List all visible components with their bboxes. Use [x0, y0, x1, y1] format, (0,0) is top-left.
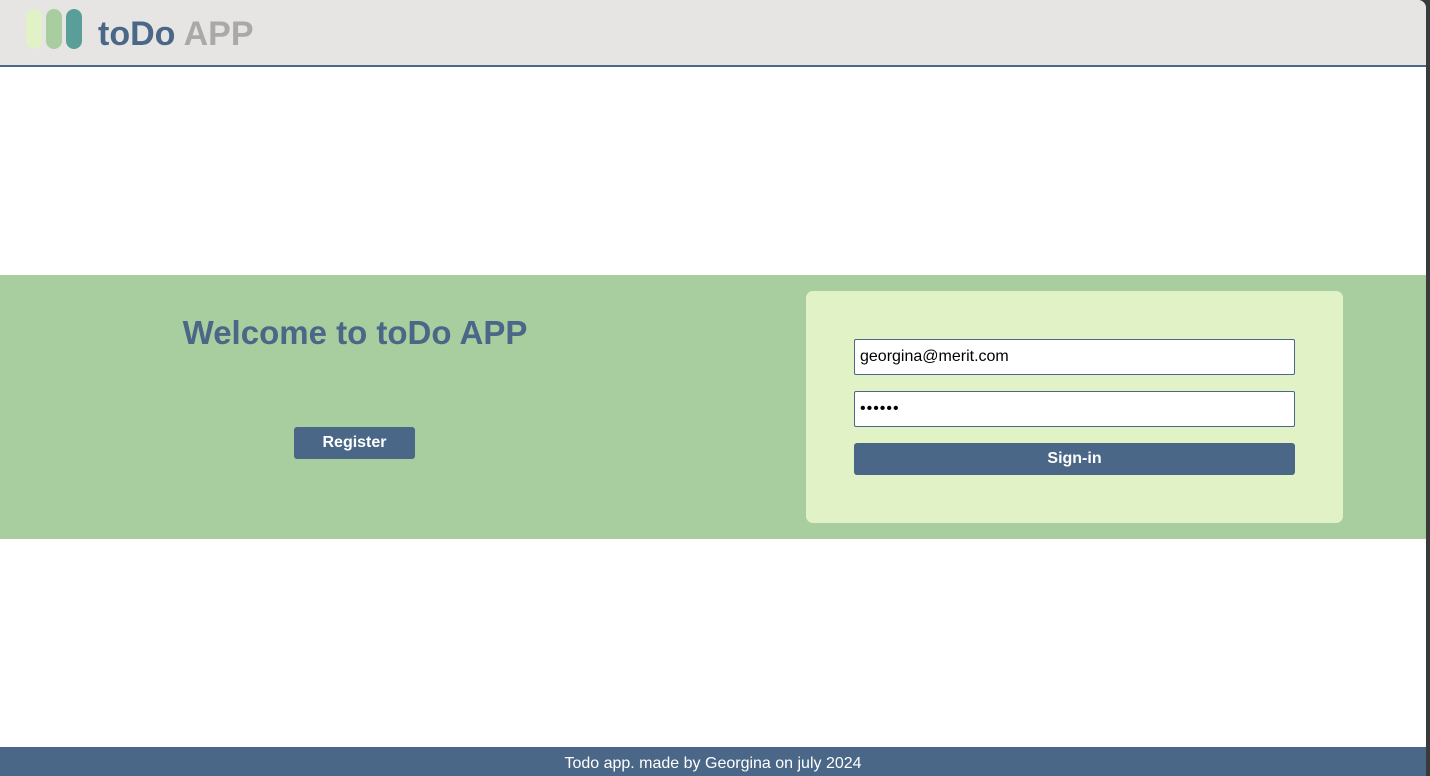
brand-title: toDo APP: [98, 12, 254, 56]
logo-bar-mid: [46, 9, 62, 49]
logo-bar-light: [26, 9, 42, 49]
register-button[interactable]: Register: [294, 427, 415, 459]
brand-secondary: APP: [183, 15, 254, 53]
welcome-heading: Welcome to toDo APP: [182, 314, 528, 351]
window-edge: [1426, 0, 1430, 776]
signin-button[interactable]: Sign-in: [854, 443, 1295, 475]
password-field[interactable]: [854, 391, 1295, 427]
welcome-section: Welcome to toDo APP Register Sign-in: [0, 275, 1426, 539]
page-footer: Todo app. made by Georgina on july 2024: [0, 747, 1426, 776]
app-window: toDo APP Welcome to toDo APP Register Si…: [0, 0, 1426, 776]
logo-bar-dark: [66, 9, 82, 49]
login-card: Sign-in: [806, 291, 1343, 523]
top-header: toDo APP: [0, 0, 1426, 67]
app-logo-icon: [26, 9, 84, 49]
brand-primary: toDo: [98, 15, 176, 53]
email-field[interactable]: [854, 339, 1295, 375]
